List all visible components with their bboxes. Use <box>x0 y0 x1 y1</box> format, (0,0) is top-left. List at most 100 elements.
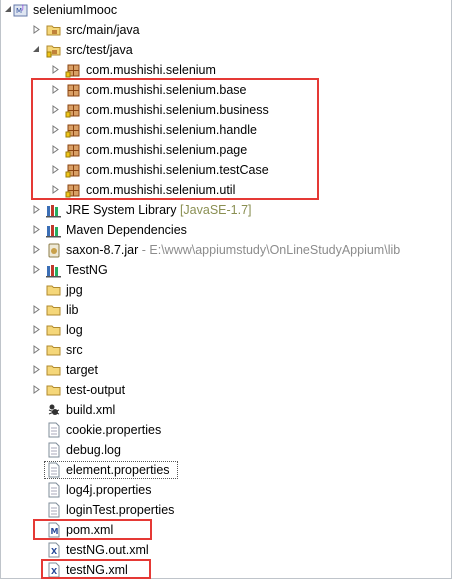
tree-label: target <box>66 363 98 377</box>
tree-row-file-build-xml[interactable]: build.xml <box>0 400 452 420</box>
tree-row-folder-target[interactable]: target <box>0 360 452 380</box>
tree-label: src <box>66 343 83 357</box>
tree-label: testNG.xml <box>66 563 128 577</box>
tree-row-package[interactable]: com.mushishi.selenium.business <box>0 100 452 120</box>
tree-label: log4j.properties <box>66 483 152 497</box>
tree-label: test-output <box>66 383 126 397</box>
expand-arrow-icon[interactable] <box>32 225 41 234</box>
tree-label: log <box>66 323 83 337</box>
tree-label: loginTest.properties <box>66 503 175 517</box>
tree-row-jre-library[interactable]: JRE System Library [JavaSE-1.7] <box>0 200 452 220</box>
expand-arrow-icon[interactable] <box>32 265 41 274</box>
collapse-arrow-icon[interactable] <box>32 45 41 54</box>
package-icon <box>65 162 81 178</box>
tree-row-maven-dependencies[interactable]: Maven Dependencies <box>0 220 452 240</box>
tree-row-folder-log[interactable]: log <box>0 320 452 340</box>
expand-arrow-icon[interactable] <box>51 125 60 134</box>
svg-text:J: J <box>21 4 24 11</box>
expand-arrow-icon[interactable] <box>32 305 41 314</box>
tree-row-package[interactable]: com.mushishi.selenium.base <box>0 80 452 100</box>
library-icon <box>46 262 62 278</box>
text-file-icon <box>46 422 62 438</box>
tree-label: testNG.out.xml <box>66 543 149 557</box>
library-icon <box>46 222 62 238</box>
tree-row-file-logintest[interactable]: loginTest.properties <box>0 500 452 520</box>
tree-row-src-test-java[interactable]: src/test/java <box>0 40 452 60</box>
expand-arrow-icon[interactable] <box>32 345 41 354</box>
tree-row-file-log4j[interactable]: log4j.properties <box>0 480 452 500</box>
folder-icon <box>46 282 62 298</box>
library-icon <box>46 202 62 218</box>
tree-decoration: [JavaSE-1.7] <box>179 203 252 217</box>
tree-label: com.mushishi.selenium.base <box>86 83 247 97</box>
xml-file-icon: X <box>46 562 62 578</box>
tree-row-package[interactable]: com.mushishi.selenium.page <box>0 140 452 160</box>
expand-arrow-icon[interactable] <box>51 145 60 154</box>
tree-decoration: - E:\www\appiumstudy\OnLineStudyAppium\l… <box>141 243 401 257</box>
tree-row-project[interactable]: MJ seleniumImooc <box>0 0 452 20</box>
tree-label: src/main/java <box>66 23 140 37</box>
expand-arrow-icon[interactable] <box>51 105 60 114</box>
tree-label: com.mushishi.selenium.handle <box>86 123 257 137</box>
expand-arrow-icon[interactable] <box>32 385 41 394</box>
collapse-arrow-icon[interactable] <box>4 5 13 14</box>
tree-row-file-pom-xml[interactable]: M pom.xml <box>0 520 452 540</box>
tree-label: lib <box>66 303 79 317</box>
tree-label: com.mushishi.selenium.util <box>86 183 236 197</box>
tree-row-folder-test-output[interactable]: test-output <box>0 380 452 400</box>
package-icon <box>65 142 81 158</box>
expand-arrow-icon[interactable] <box>32 25 41 34</box>
maven-project-icon: MJ <box>13 2 29 18</box>
folder-icon <box>46 322 62 338</box>
folder-icon <box>46 382 62 398</box>
expand-arrow-icon[interactable] <box>32 365 41 374</box>
tree-row-file-element-properties[interactable]: element.properties <box>0 460 452 480</box>
tree-label: cookie.properties <box>66 423 162 437</box>
tree-label: build.xml <box>66 403 116 417</box>
expand-arrow-icon[interactable] <box>51 185 60 194</box>
expand-arrow-icon[interactable] <box>51 165 60 174</box>
xml-file-icon: X <box>46 542 62 558</box>
package-icon <box>65 122 81 138</box>
tree-row-file-debug-log[interactable]: debug.log <box>0 440 452 460</box>
tree-row-package[interactable]: com.mushishi.selenium.testCase <box>0 160 452 180</box>
tree-row-src-main-java[interactable]: src/main/java <box>0 20 452 40</box>
tree-row-package[interactable]: com.mushishi.selenium.handle <box>0 120 452 140</box>
expand-arrow-icon[interactable] <box>51 65 60 74</box>
folder-icon <box>46 342 62 358</box>
package-icon <box>65 82 81 98</box>
tree-row-testng-library[interactable]: TestNG <box>0 260 452 280</box>
tree-row-file-testng-out-xml[interactable]: X testNG.out.xml <box>0 540 452 560</box>
tree-label: saxon-8.7.jar <box>66 243 139 257</box>
tree-row-file-cookie[interactable]: cookie.properties <box>0 420 452 440</box>
tree-label: debug.log <box>66 443 121 457</box>
tree-label: pom.xml <box>66 523 114 537</box>
expand-arrow-icon[interactable] <box>51 85 60 94</box>
ant-file-icon <box>46 402 62 418</box>
tree-label: Maven Dependencies <box>66 223 187 237</box>
tree-label: com.mushishi.selenium.page <box>86 143 248 157</box>
expand-arrow-icon[interactable] <box>32 205 41 214</box>
tree-row-folder-src[interactable]: src <box>0 340 452 360</box>
text-file-icon <box>46 502 62 518</box>
package-icon <box>65 102 81 118</box>
tree-row-file-testng-xml[interactable]: X testNG.xml <box>0 560 452 580</box>
tree-row-package[interactable]: com.mushishi.selenium <box>0 60 452 80</box>
expand-arrow-icon[interactable] <box>32 245 41 254</box>
tree-label: JRE System Library <box>66 203 177 217</box>
tree-row-package[interactable]: com.mushishi.selenium.util <box>0 180 452 200</box>
source-folder-icon <box>46 22 62 38</box>
svg-text:M: M <box>51 527 59 536</box>
package-icon <box>65 182 81 198</box>
svg-text:X: X <box>51 547 58 556</box>
tree-label: jpg <box>66 283 83 297</box>
expand-arrow-icon[interactable] <box>32 325 41 334</box>
tree-row-folder-lib[interactable]: lib <box>0 300 452 320</box>
jar-icon <box>46 242 62 258</box>
tree-row-saxon-jar[interactable]: saxon-8.7.jar - E:\www\appiumstudy\OnLin… <box>0 240 452 260</box>
tree-row-folder-jpg[interactable]: jpg <box>0 280 452 300</box>
text-file-icon <box>46 482 62 498</box>
tree-label: element.properties <box>66 463 170 477</box>
folder-icon <box>46 302 62 318</box>
tree-label: src/test/java <box>66 43 133 57</box>
